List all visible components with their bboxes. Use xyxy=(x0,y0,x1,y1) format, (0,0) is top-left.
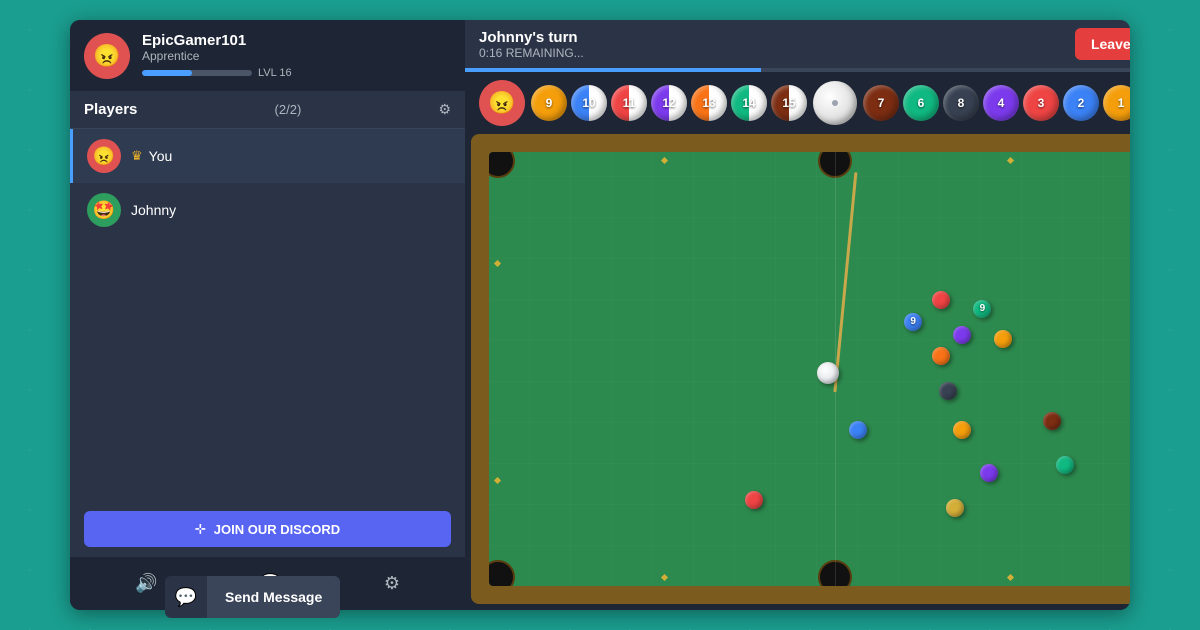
filter-icon[interactable]: ⚙ xyxy=(438,101,451,118)
ball-8: 8 xyxy=(943,85,979,121)
volume-button[interactable]: 🔊 xyxy=(125,567,167,600)
player-name-row-you: ♛ You xyxy=(131,148,172,164)
ball-1: 1 xyxy=(1103,85,1130,121)
table-ball-s7 xyxy=(1056,456,1074,474)
main-container: 😠 EpicGamer101 Apprentice LVL 16 Players… xyxy=(70,20,1130,610)
solid-balls-section: 7 6 8 4 3 2 1 xyxy=(863,85,1130,121)
ball-tray: 😠 9 10 11 12 13 14 15 7 6 8 4 3 xyxy=(465,72,1130,134)
username: EpicGamer101 xyxy=(142,32,451,49)
message-icon-button[interactable]: 💬 xyxy=(165,576,207,618)
turn-time: 0:16 REMAINING... xyxy=(479,46,1075,60)
crown-icon: ♛ xyxy=(131,148,143,164)
players-section: Players (2/2) ⚙ xyxy=(70,91,465,129)
pool-felt: 9 9 xyxy=(489,152,1130,586)
diamond-l1 xyxy=(494,259,501,266)
send-message-button[interactable]: Send Message xyxy=(207,576,340,618)
player-name-johnny: Johnny xyxy=(131,202,176,218)
pool-table-wrapper: 9 9 xyxy=(465,134,1130,610)
player1-face: 😠 xyxy=(479,80,525,126)
cue-ball-tray xyxy=(813,81,857,125)
turn-label: Johnny's turn xyxy=(479,29,1075,46)
discord-label: JOIN OUR DISCORD xyxy=(214,522,340,537)
ball-10: 10 xyxy=(571,85,607,121)
cue-ball-dot xyxy=(832,100,838,106)
stripe-balls-section: 9 10 11 12 13 14 15 xyxy=(531,85,807,121)
xp-bar-fill xyxy=(142,70,192,76)
table-ball-s1 xyxy=(939,382,957,400)
diamond-l2 xyxy=(494,476,501,483)
leave-match-button[interactable]: Leave Match xyxy=(1075,28,1130,60)
table-ball-s3 xyxy=(953,421,971,439)
sidebar-header: 😠 EpicGamer101 Apprentice LVL 16 xyxy=(70,20,465,91)
diamond-b2 xyxy=(1007,574,1014,581)
table-ball-s6 xyxy=(1043,412,1061,430)
players-label: Players xyxy=(84,101,137,118)
discord-icon: ⊹ xyxy=(195,521,206,537)
table-ball-s5 xyxy=(745,491,763,509)
cue-stick xyxy=(489,152,1130,586)
player-name-row-johnny: Johnny xyxy=(131,202,176,218)
user-info: EpicGamer101 Apprentice LVL 16 xyxy=(142,32,451,79)
ball-3: 3 xyxy=(1023,85,1059,121)
user-avatar: 😠 xyxy=(84,33,130,79)
player-avatar-johnny: 🤩 xyxy=(87,193,121,227)
ball-15: 15 xyxy=(771,85,807,121)
table-ball-s4 xyxy=(980,464,998,482)
pocket-bottom-left xyxy=(489,560,515,586)
table-ball-cluster6 xyxy=(994,330,1012,348)
player-avatar-you: 😠 xyxy=(87,139,121,173)
progress-fill xyxy=(465,68,761,72)
ball-2: 2 xyxy=(1063,85,1099,121)
pocket-top-left xyxy=(489,152,515,178)
table-ball-cluster2 xyxy=(932,291,950,309)
table-ball-s2 xyxy=(849,421,867,439)
level-label: LVL 16 xyxy=(258,67,292,79)
ball-14: 14 xyxy=(731,85,767,121)
game-header: Johnny's turn 0:16 REMAINING... Leave Ma… xyxy=(465,20,1130,68)
ball-6: 6 xyxy=(903,85,939,121)
table-ball-cluster5: 9 xyxy=(973,300,991,318)
game-area: Johnny's turn 0:16 REMAINING... Leave Ma… xyxy=(465,20,1130,610)
diamond-b1 xyxy=(661,574,668,581)
ball-9: 9 xyxy=(531,85,567,121)
turn-info: Johnny's turn 0:16 REMAINING... xyxy=(479,29,1075,60)
player-name-you: You xyxy=(149,148,173,164)
send-message-bar: 💬 Send Message xyxy=(165,576,340,618)
player-item-johnny[interactable]: 🤩 Johnny xyxy=(70,183,465,237)
table-ball-cluster3 xyxy=(953,326,971,344)
pool-table: 9 9 xyxy=(471,134,1130,604)
ball-13: 13 xyxy=(691,85,727,121)
xp-bar xyxy=(142,70,252,76)
ball-4: 4 xyxy=(983,85,1019,121)
user-rank: Apprentice xyxy=(142,49,451,63)
xp-bar-container: LVL 16 xyxy=(142,67,451,79)
player-list: 😠 ♛ You 🤩 Johnny xyxy=(70,129,465,315)
players-count: (2/2) xyxy=(275,102,302,117)
progress-bar xyxy=(465,68,1130,72)
player-item-you[interactable]: 😠 ♛ You xyxy=(70,129,465,183)
table-cue-ball xyxy=(817,362,839,384)
diamond-t2 xyxy=(1007,157,1014,164)
sidebar: 😠 EpicGamer101 Apprentice LVL 16 Players… xyxy=(70,20,465,610)
ball-7: 7 xyxy=(863,85,899,121)
table-ball-s8 xyxy=(946,499,964,517)
diamond-t1 xyxy=(661,157,668,164)
discord-button[interactable]: ⊹ JOIN OUR DISCORD xyxy=(84,511,451,547)
ball-11: 11 xyxy=(611,85,647,121)
ball-12: 12 xyxy=(651,85,687,121)
table-ball-cluster4 xyxy=(932,347,950,365)
table-ball-cluster1: 9 xyxy=(904,313,922,331)
settings-button[interactable]: ⚙ xyxy=(374,567,410,600)
